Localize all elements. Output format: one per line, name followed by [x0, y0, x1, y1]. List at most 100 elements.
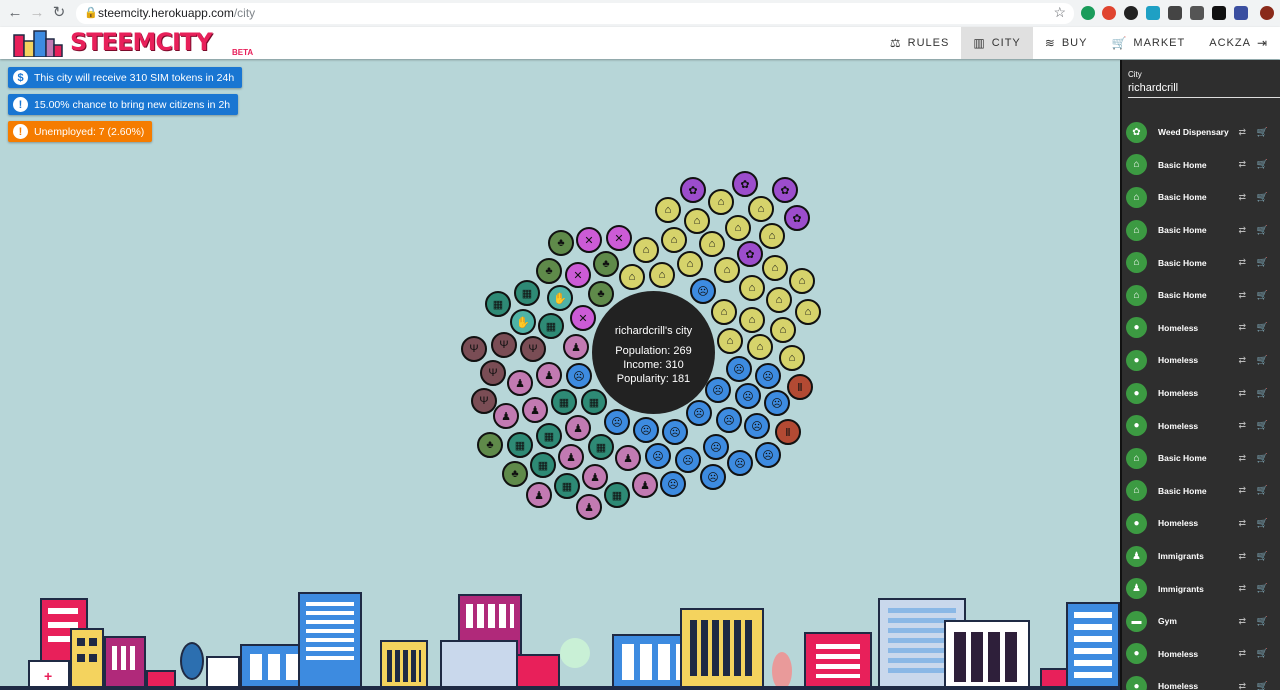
sell-cart-icon[interactable]: 🛒	[1257, 681, 1268, 690]
extension-icon[interactable]	[1168, 6, 1182, 20]
homeless-icon[interactable]: ☹	[755, 363, 781, 389]
reload-icon[interactable]: ↻	[50, 4, 68, 22]
house-icon[interactable]: ⌂	[762, 255, 788, 281]
transfer-icon[interactable]: ⇄	[1238, 355, 1246, 366]
restaurant-icon[interactable]: Ψ	[491, 332, 517, 358]
homeless-icon[interactable]: ☹	[744, 413, 770, 439]
weed-icon[interactable]: ✿	[737, 241, 763, 267]
transfer-icon[interactable]: ⇄	[1238, 159, 1246, 170]
building-list-item[interactable]: ⌂ Basic Home ⇄ 🛒	[1122, 246, 1280, 279]
building-list-item[interactable]: ♟ Immigrants ⇄ 🛒	[1122, 572, 1280, 605]
sell-cart-icon[interactable]: 🛒	[1257, 485, 1268, 496]
restaurant-icon[interactable]: Ψ	[520, 336, 546, 362]
homeless-icon[interactable]: ☹	[675, 447, 701, 473]
building-list-item[interactable]: ● Homeless ⇄ 🛒	[1122, 344, 1280, 377]
extension-icon[interactable]	[1124, 6, 1138, 20]
transfer-icon[interactable]: ⇄	[1238, 257, 1246, 268]
building-list-item[interactable]: ⌂ Basic Home ⇄ 🛒	[1122, 181, 1280, 214]
city-summary-circle[interactable]: richardcrill's city Population: 269 Inco…	[592, 291, 715, 414]
office-icon[interactable]: ▦	[588, 434, 614, 460]
back-icon[interactable]: ←	[6, 4, 24, 22]
farm-icon[interactable]: ♣	[593, 251, 619, 277]
dumbbell-icon[interactable]: Ⅱ	[787, 374, 813, 400]
building-list-item[interactable]: ● Homeless ⇄ 🛒	[1122, 507, 1280, 540]
sell-cart-icon[interactable]: 🛒	[1257, 290, 1268, 301]
homeless-icon[interactable]: ☹	[700, 464, 726, 490]
sell-cart-icon[interactable]: 🛒	[1257, 583, 1268, 594]
house-icon[interactable]: ⌂	[677, 251, 703, 277]
homeless-icon[interactable]: ☹	[660, 471, 686, 497]
transfer-icon[interactable]: ⇄	[1238, 192, 1246, 203]
transfer-icon[interactable]: ⇄	[1238, 127, 1246, 138]
sell-cart-icon[interactable]: 🛒	[1257, 388, 1268, 399]
homeless-icon[interactable]: ☹	[686, 400, 712, 426]
restaurant-icon[interactable]: Ψ	[461, 336, 487, 362]
logo-city-icon[interactable]	[12, 29, 64, 57]
homeless-icon[interactable]: ☹	[690, 278, 716, 304]
extension-icon[interactable]	[1212, 6, 1226, 20]
office-icon[interactable]: ▦	[538, 313, 564, 339]
weed-icon[interactable]: ✿	[732, 171, 758, 197]
farm-icon[interactable]: ♣	[588, 281, 614, 307]
sell-cart-icon[interactable]: 🛒	[1257, 225, 1268, 236]
homeless-icon[interactable]: ☹	[716, 407, 742, 433]
address-bar[interactable]: 🔒 steemcity.herokuapp.com/city ☆	[76, 3, 1074, 24]
menu-buy[interactable]: ≋ BUY	[1033, 27, 1100, 59]
house-icon[interactable]: ⌂	[748, 196, 774, 222]
sell-cart-icon[interactable]: 🛒	[1257, 355, 1268, 366]
office-icon[interactable]: ▦	[551, 389, 577, 415]
office-icon[interactable]: ▦	[514, 280, 540, 306]
city-input[interactable]: richardcrill	[1128, 82, 1280, 98]
transfer-icon[interactable]: ⇄	[1238, 290, 1246, 301]
office-icon[interactable]: ▦	[530, 452, 556, 478]
transfer-icon[interactable]: ⇄	[1238, 485, 1246, 496]
transfer-icon[interactable]: ⇄	[1238, 225, 1246, 236]
homeless-icon[interactable]: ☹	[727, 450, 753, 476]
sell-cart-icon[interactable]: 🛒	[1257, 420, 1268, 431]
immigrant-icon[interactable]: ♟	[507, 370, 533, 396]
restaurant-icon[interactable]: Ψ	[480, 360, 506, 386]
worker-icon[interactable]: ✋	[510, 309, 536, 335]
extension-icon[interactable]	[1190, 6, 1204, 20]
extension-icon[interactable]	[1234, 6, 1248, 20]
transfer-icon[interactable]: ⇄	[1238, 648, 1246, 659]
extension-icon[interactable]	[1146, 6, 1160, 20]
house-icon[interactable]: ⌂	[795, 299, 821, 325]
transfer-icon[interactable]: ⇄	[1238, 420, 1246, 431]
house-icon[interactable]: ⌂	[714, 257, 740, 283]
shop-icon[interactable]: ✕	[606, 225, 632, 251]
office-icon[interactable]: ▦	[485, 291, 511, 317]
house-icon[interactable]: ⌂	[684, 208, 710, 234]
house-icon[interactable]: ⌂	[619, 264, 645, 290]
immigrant-icon[interactable]: ♟	[563, 334, 589, 360]
house-icon[interactable]: ⌂	[711, 299, 737, 325]
house-icon[interactable]: ⌂	[649, 262, 675, 288]
house-icon[interactable]: ⌂	[789, 268, 815, 294]
office-icon[interactable]: ▦	[604, 482, 630, 508]
sell-cart-icon[interactable]: 🛒	[1257, 192, 1268, 203]
house-icon[interactable]: ⌂	[747, 334, 773, 360]
sell-cart-icon[interactable]: 🛒	[1257, 518, 1268, 529]
house-icon[interactable]: ⌂	[708, 189, 734, 215]
menu-city[interactable]: ▥ CITY	[961, 27, 1033, 59]
worker-icon[interactable]: ✋	[547, 285, 573, 311]
building-list-item[interactable]: ● Homeless ⇄ 🛒	[1122, 409, 1280, 442]
building-list-item[interactable]: ⌂ Basic Home ⇄ 🛒	[1122, 475, 1280, 508]
building-list-item[interactable]: ⌂ Basic Home ⇄ 🛒	[1122, 149, 1280, 182]
homeless-icon[interactable]: ☹	[735, 383, 761, 409]
house-icon[interactable]: ⌂	[739, 307, 765, 333]
immigrant-icon[interactable]: ♟	[576, 494, 602, 520]
immigrant-icon[interactable]: ♟	[526, 482, 552, 508]
homeless-icon[interactable]: ☹	[764, 390, 790, 416]
bookmark-star-icon[interactable]: ☆	[1053, 4, 1066, 21]
sell-cart-icon[interactable]: 🛒	[1257, 257, 1268, 268]
transfer-icon[interactable]: ⇄	[1238, 388, 1246, 399]
profile-avatar[interactable]	[1260, 6, 1274, 20]
menu-rules[interactable]: ⚖ RULES	[878, 27, 961, 59]
building-list-item[interactable]: ♟ Immigrants ⇄ 🛒	[1122, 540, 1280, 573]
house-icon[interactable]: ⌂	[699, 231, 725, 257]
homeless-icon[interactable]: ☹	[662, 419, 688, 445]
sell-cart-icon[interactable]: 🛒	[1257, 453, 1268, 464]
sell-cart-icon[interactable]: 🛒	[1257, 616, 1268, 627]
homeless-icon[interactable]: ☹	[566, 363, 592, 389]
